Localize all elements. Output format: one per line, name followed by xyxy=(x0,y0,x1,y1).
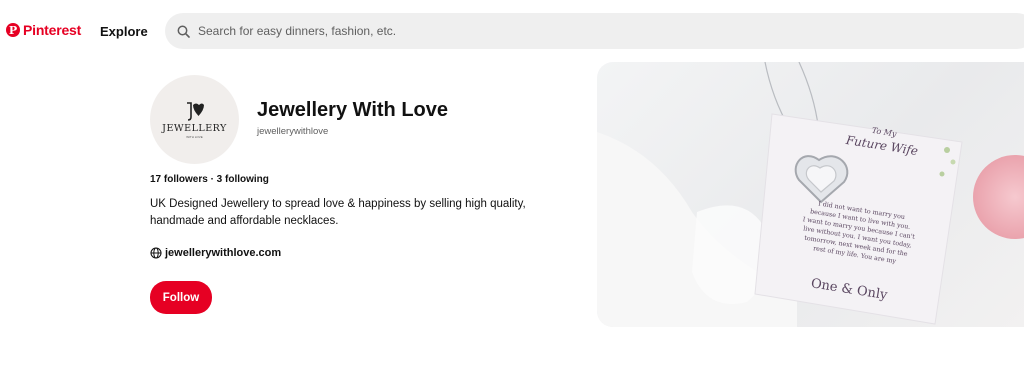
globe-icon xyxy=(150,247,162,259)
jewellery-logo-icon xyxy=(186,101,204,121)
pinterest-icon: P xyxy=(6,23,20,37)
search-bar[interactable] xyxy=(165,13,1024,49)
search-input[interactable] xyxy=(196,23,700,39)
profile-bio: UK Designed Jewellery to spread love & h… xyxy=(150,198,526,227)
website-link[interactable]: jewellerywithlove.com xyxy=(150,247,281,259)
pinterest-logo[interactable]: P Pinterest xyxy=(6,22,81,38)
cover-image: To My Future Wife I did not want to marr… xyxy=(597,62,1024,327)
logo-text: Pinterest xyxy=(23,22,82,38)
top-nav: P Pinterest Explore xyxy=(0,0,1024,62)
rose-decoration xyxy=(973,155,1024,239)
avatar: JEWELLERY WITH LOVE xyxy=(150,75,239,164)
explore-link[interactable]: Explore xyxy=(100,24,148,39)
website-text: jewellerywithlove.com xyxy=(165,247,282,259)
follow-button[interactable]: Follow xyxy=(150,281,212,314)
search-icon xyxy=(177,24,191,38)
avatar-sub: WITH LOVE xyxy=(186,134,203,139)
profile-handle: jewellerywithlove xyxy=(257,126,329,137)
follow-stats[interactable]: 17 followers · 3 following xyxy=(150,174,269,185)
avatar-brand: JEWELLERY xyxy=(162,122,227,134)
profile-name: Jewellery With Love xyxy=(257,99,448,121)
